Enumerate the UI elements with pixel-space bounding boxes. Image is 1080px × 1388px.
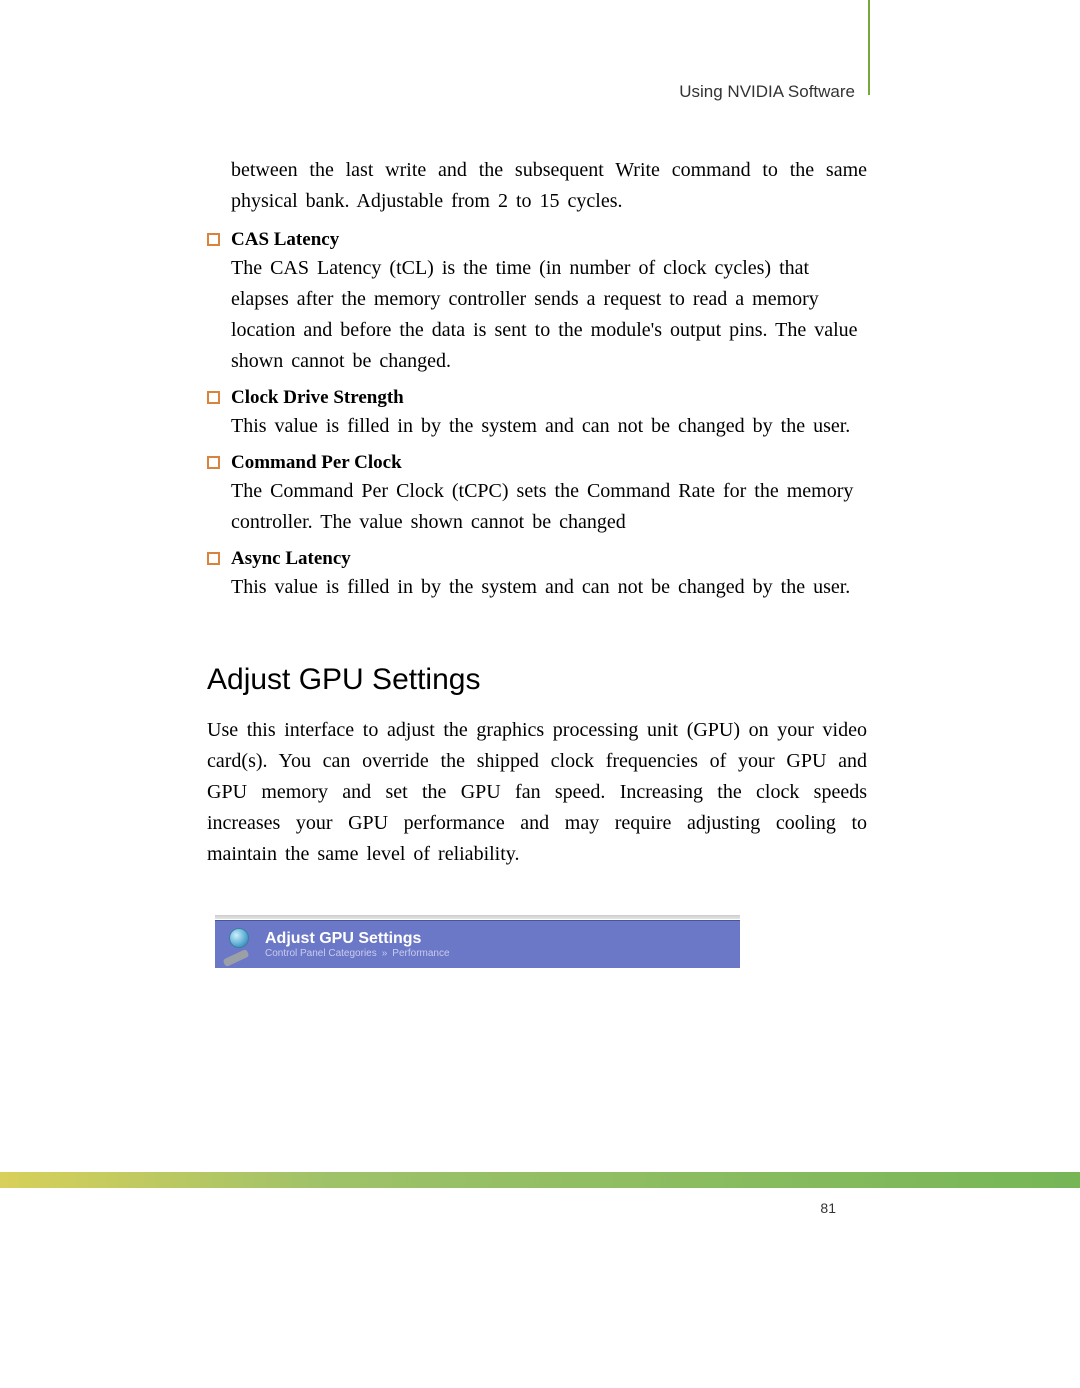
bullet-icon <box>207 456 220 469</box>
breadcrumb-part: Control Panel Categories <box>265 948 377 959</box>
gpu-settings-banner: Adjust GPU Settings Control Panel Catego… <box>215 920 740 968</box>
bullet-body: This value is filled in by the system an… <box>231 576 850 598</box>
banner-breadcrumb: Control Panel Categories » Performance <box>265 948 450 960</box>
running-header: Using NVIDIA Software <box>679 82 855 102</box>
bullet-async-latency: Async Latency This value is filled in by… <box>207 548 867 603</box>
bullet-body: The Command Per Clock (tCPC) sets the Co… <box>231 480 853 533</box>
page-number: 81 <box>820 1200 836 1216</box>
bullet-cas-latency: CAS Latency The CAS Latency (tCL) is the… <box>207 229 867 377</box>
bullet-title: Async Latency <box>231 548 867 570</box>
footer-gradient-bar <box>0 1172 1080 1188</box>
bullet-body: The CAS Latency (tCL) is the time (in nu… <box>231 257 858 372</box>
banner-title: Adjust GPU Settings <box>265 930 450 948</box>
bullet-clock-drive-strength: Clock Drive Strength This value is fille… <box>207 387 867 442</box>
settings-globe-icon <box>223 928 255 962</box>
section-body: Use this interface to adjust the graphic… <box>207 715 867 870</box>
bullet-icon <box>207 552 220 565</box>
bullet-title: Command Per Clock <box>231 452 867 474</box>
breadcrumb-separator-icon: » <box>382 948 388 959</box>
bullet-command-per-clock: Command Per Clock The Command Per Clock … <box>207 452 867 538</box>
banner-text: Adjust GPU Settings Control Panel Catego… <box>265 930 450 960</box>
bullet-icon <box>207 391 220 404</box>
breadcrumb-part: Performance <box>392 948 449 959</box>
bullet-body: This value is filled in by the system an… <box>231 415 850 437</box>
bullet-title: CAS Latency <box>231 229 867 251</box>
section-heading: Adjust GPU Settings <box>207 663 867 697</box>
header-rule <box>868 0 870 95</box>
continuation-paragraph: between the last write and the subsequen… <box>231 155 867 217</box>
bullet-icon <box>207 233 220 246</box>
page-content: between the last write and the subsequen… <box>207 155 867 968</box>
bullet-title: Clock Drive Strength <box>231 387 867 409</box>
